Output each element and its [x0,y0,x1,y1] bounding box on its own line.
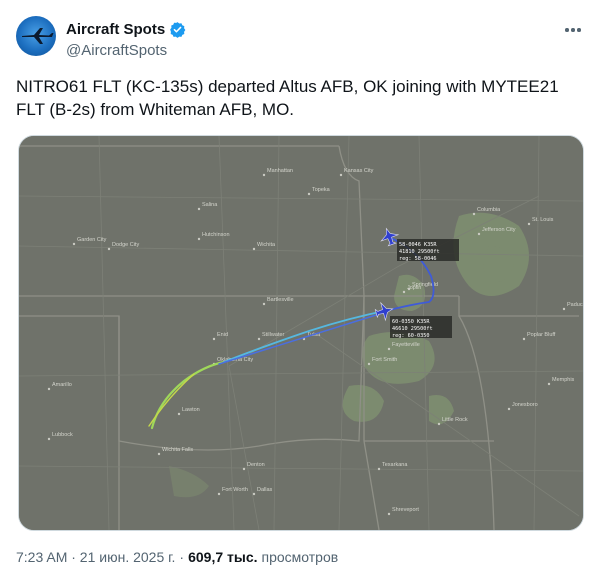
map-canvas: Kansas City Topeka Manhattan Salina Wichita H… [19,136,583,530]
author-handle[interactable]: @AircraftSpots [66,42,167,59]
flight-map-image[interactable]: Kansas City Topeka Manhattan Salina Wichita H… [18,135,584,531]
aircraft-label-2-line1: 60-0350 K35R [392,319,430,325]
city-label: Jefferson City [482,227,516,233]
city-dot [387,347,391,351]
city-dot [377,467,381,471]
city-label: Fort Smith [372,357,397,363]
city-label: Dodge City [112,242,139,248]
city-dot [547,382,551,386]
verified-badge-icon [170,22,186,38]
city-dot [47,437,51,441]
more-options-icon[interactable] [562,22,584,38]
city-label: Bartlesville [267,297,294,303]
city-label: Kansas City [344,168,374,174]
views-count: 609,7 тыс. [188,549,258,565]
city-dot [522,337,526,341]
aircraft-label-2-line3: reg: 60-0350 [392,333,429,339]
city-dot [262,302,266,306]
city-label: Memphis [552,377,575,383]
city-dot [477,232,481,236]
city-dot [107,247,111,251]
city-label: Garden City [77,237,107,243]
city-dot [72,242,76,246]
tweet-footer: 7:23 AM · 21 июн. 2025 г. · 609,7 тыс. п… [16,549,338,565]
city-label: Fayetteville [392,342,420,348]
aircraft-label-1-line1: 58-0046 K35R [399,242,437,248]
city-label: Hutchinson [202,232,230,238]
footer-separator: · [179,549,185,565]
city-dot [407,287,411,291]
city-dot [472,212,476,216]
city-dot [177,412,181,416]
city-label: Amarillo [52,382,72,388]
city-label: Wichita [257,242,276,248]
city-label: Jonesboro [512,402,538,408]
city-dot [257,337,261,341]
city-dot [157,452,161,456]
city-dot [437,422,441,426]
tweet-timestamp[interactable]: 7:23 AM · 21 июн. 2025 г. [16,549,175,565]
city-dot [197,237,201,241]
city-dot [387,512,391,516]
city-dot [197,207,201,211]
city-dot [507,407,511,411]
city-dot [402,290,406,294]
city-label: Stillwater [262,332,284,338]
aircraft-label-1: 58-0046 K35R 41810 29500ft reg: 58-0046 [397,239,459,262]
city-label: Lubbock [52,432,73,438]
city-dot [367,362,371,366]
views-label: просмотров [261,549,339,565]
city-label: Lawton [182,407,200,413]
city-label: Manhattan [267,168,293,174]
city-label: Little Rock [442,417,468,423]
city-label: Fort Worth [222,487,248,493]
city-label: Texarkana [382,462,408,468]
city-label: Enid [217,332,228,338]
aircraft-label-1-line2: 41810 29500ft [399,249,440,255]
city-dot [252,247,256,251]
city-dot [242,467,246,471]
tweet-text: NITRO61 FLT (KC-135s) departed Altus AFB… [16,77,559,119]
city-dot [339,173,343,177]
city-dot [217,492,221,496]
aircraft-label-2-line2: 46610 29500ft [392,326,433,332]
avatar[interactable] [16,16,56,56]
aircraft-label-1-line3: reg: 58-0046 [399,256,436,262]
city-dot [262,173,266,177]
city-label: Salina [202,202,218,208]
city-label: Topeka [312,187,331,193]
city-label: Denton [247,462,265,468]
city-dot [252,492,256,496]
city-label: Dallas [257,487,273,493]
city-dot [307,192,311,196]
city-dot [527,222,531,226]
city-label: Columbia [477,207,501,213]
city-dot [212,337,216,341]
city-label: St. Louis [532,217,554,223]
city-label: Wichita Falls [162,447,193,453]
city-dot [562,307,566,311]
city-label: Paducah [567,302,583,308]
aircraft-label-2: 60-0350 K35R 46610 29500ft reg: 60-0350 [390,316,452,339]
city-label: Shreveport [392,507,419,513]
city-dot [47,387,51,391]
city-label: Poplar Bluff [527,332,556,338]
aircraft-logo-icon [22,28,54,44]
author-display-name[interactable]: Aircraft Spots [66,21,165,38]
